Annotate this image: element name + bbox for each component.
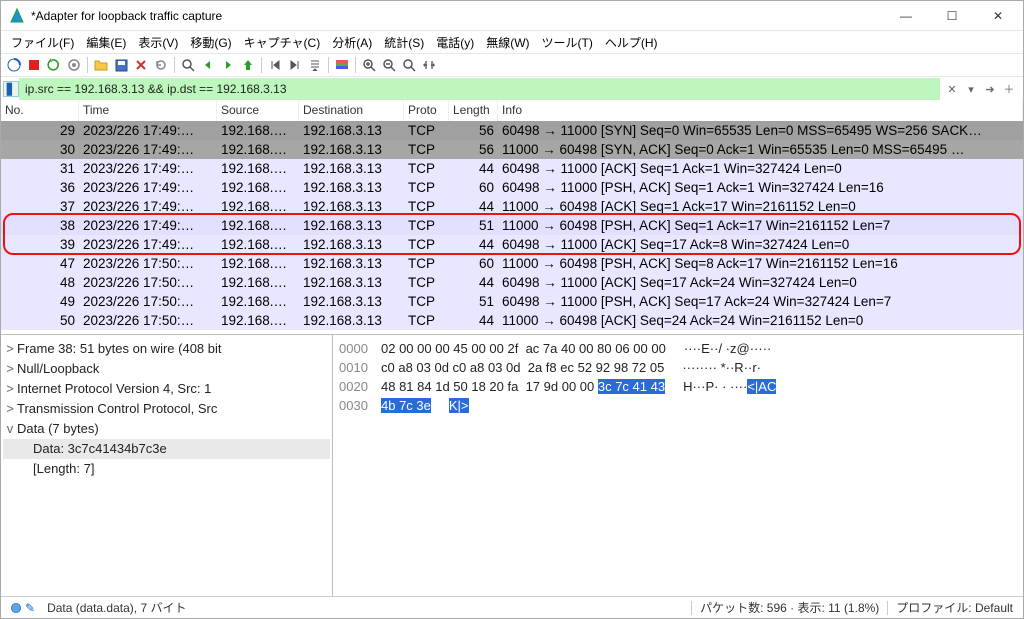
tree-row[interactable]: >Internet Protocol Version 4, Src: 1 <box>3 379 330 399</box>
menu-bar: ファイル(F)編集(E)表示(V)移動(G)キャプチャ(C)分析(A)統計(S)… <box>1 31 1023 53</box>
col-source[interactable]: Source <box>217 101 299 121</box>
col-time[interactable]: Time <box>79 101 217 121</box>
packet-list-pane[interactable]: No. Time Source Destination Proto Length… <box>1 101 1023 335</box>
hex-row[interactable]: 002048 81 84 1d 50 18 20 fa 17 9d 00 00 … <box>339 377 1017 396</box>
save-file-icon[interactable] <box>112 56 130 74</box>
status-profile[interactable]: プロファイル: Default <box>890 599 1019 616</box>
jump-to-icon[interactable] <box>239 56 257 74</box>
menu-item[interactable]: ツール(T) <box>536 32 599 53</box>
tree-row[interactable]: [Length: 7] <box>3 459 330 479</box>
zoom-in-icon[interactable] <box>360 56 378 74</box>
tree-row[interactable]: >Frame 38: 51 bytes on wire (408 bit <box>3 339 330 359</box>
tree-row[interactable]: vData (7 bytes) <box>3 419 330 439</box>
packet-row[interactable]: 382023/226 17:49:…192.168.…192.168.3.13T… <box>1 216 1023 235</box>
tree-row[interactable]: >Transmission Control Protocol, Src <box>3 399 330 419</box>
packet-row[interactable]: 362023/226 17:49:…192.168.…192.168.3.13T… <box>1 178 1023 197</box>
packet-row[interactable]: 502023/226 17:50:…192.168.…192.168.3.13T… <box>1 311 1023 330</box>
status-packet-count: パケット数: 596 · 表示: 11 (1.8%) <box>694 599 885 616</box>
hex-row[interactable]: 000002 00 00 00 45 00 00 2f ac 7a 40 00 … <box>339 339 1017 358</box>
reload-icon[interactable] <box>152 56 170 74</box>
minimize-button[interactable]: ― <box>883 1 929 30</box>
menu-item[interactable]: 無線(W) <box>480 32 535 53</box>
window-controls: ― ☐ ✕ <box>883 1 1021 30</box>
packet-list-header: No. Time Source Destination Proto Length… <box>1 101 1023 121</box>
packet-row[interactable]: 392023/226 17:49:…192.168.…192.168.3.13T… <box>1 235 1023 254</box>
menu-item[interactable]: 表示(V) <box>132 32 184 53</box>
menu-item[interactable]: ファイル(F) <box>5 32 80 53</box>
tree-row[interactable]: >Null/Loopback <box>3 359 330 379</box>
packet-row[interactable]: 292023/226 17:49:…192.168.…192.168.3.13T… <box>1 121 1023 140</box>
packet-row[interactable]: 372023/226 17:49:…192.168.…192.168.3.13T… <box>1 197 1023 216</box>
clear-filter-icon[interactable]: ✕ <box>944 81 960 97</box>
menu-item[interactable]: ヘルプ(H) <box>599 32 664 53</box>
col-protocol[interactable]: Proto <box>404 101 449 121</box>
capture-options-icon[interactable] <box>65 56 83 74</box>
go-last-icon[interactable] <box>286 56 304 74</box>
stop-capture-icon[interactable] <box>25 56 43 74</box>
maximize-button[interactable]: ☐ <box>929 1 975 30</box>
zoom-reset-icon[interactable] <box>400 56 418 74</box>
packet-details-pane[interactable]: >Frame 38: 51 bytes on wire (408 bit>Nul… <box>1 335 333 596</box>
menu-item[interactable]: 電話(y) <box>430 32 480 53</box>
hex-row[interactable]: 0010c0 a8 03 0d c0 a8 03 0d 2a f8 ec 52 … <box>339 358 1017 377</box>
close-button[interactable]: ✕ <box>975 1 1021 30</box>
status-indicator[interactable]: ✎ <box>5 601 41 615</box>
col-destination[interactable]: Destination <box>299 101 404 121</box>
add-filter-button[interactable]: ＋ <box>1001 81 1017 97</box>
col-no[interactable]: No. <box>1 101 79 121</box>
window-title: *Adapter for loopback traffic capture <box>31 9 883 23</box>
packet-rows: 292023/226 17:49:…192.168.…192.168.3.13T… <box>1 121 1023 330</box>
menu-item[interactable]: 移動(G) <box>184 32 237 53</box>
restart-capture-icon[interactable] <box>45 56 63 74</box>
status-bar: ✎ Data (data.data), 7 バイト パケット数: 596 · 表… <box>1 596 1023 618</box>
autoscroll-icon[interactable] <box>306 56 324 74</box>
packet-bytes-pane[interactable]: 000002 00 00 00 45 00 00 2f ac 7a 40 00 … <box>333 335 1023 596</box>
menu-item[interactable]: 分析(A) <box>326 32 378 53</box>
close-file-icon[interactable] <box>132 56 150 74</box>
titlebar: *Adapter for loopback traffic capture ― … <box>1 1 1023 31</box>
toolbar <box>1 53 1023 77</box>
menu-item[interactable]: 統計(S) <box>378 32 430 53</box>
filter-history-icon[interactable]: ▾ <box>963 81 979 97</box>
apply-filter-icon[interactable]: ➜ <box>982 81 998 97</box>
colorize-icon[interactable] <box>333 56 351 74</box>
resize-columns-icon[interactable] <box>420 56 438 74</box>
packet-row[interactable]: 302023/226 17:49:…192.168.…192.168.3.13T… <box>1 140 1023 159</box>
app-icon <box>9 8 25 24</box>
menu-item[interactable]: 編集(E) <box>80 32 132 53</box>
packet-row[interactable]: 492023/226 17:50:…192.168.…192.168.3.13T… <box>1 292 1023 311</box>
col-info[interactable]: Info <box>498 101 1023 121</box>
display-filter-input[interactable] <box>19 78 940 100</box>
detail-split: >Frame 38: 51 bytes on wire (408 bit>Nul… <box>1 335 1023 596</box>
go-forward-icon[interactable] <box>219 56 237 74</box>
tree-row[interactable]: Data: 3c7c41434b7c3e <box>3 439 330 459</box>
filter-bar: ▋ ✕ ▾ ➜ ＋ <box>1 77 1023 101</box>
menu-item[interactable]: キャプチャ(C) <box>238 32 327 53</box>
packet-row[interactable]: 312023/226 17:49:…192.168.…192.168.3.13T… <box>1 159 1023 178</box>
packet-row[interactable]: 472023/226 17:50:…192.168.…192.168.3.13T… <box>1 254 1023 273</box>
zoom-out-icon[interactable] <box>380 56 398 74</box>
col-length[interactable]: Length <box>449 101 498 121</box>
bookmark-filter-icon[interactable]: ▋ <box>3 81 19 97</box>
go-first-icon[interactable] <box>266 56 284 74</box>
hex-row[interactable]: 00304b 7c 3eK|> <box>339 396 1017 415</box>
go-back-icon[interactable] <box>199 56 217 74</box>
start-capture-icon[interactable] <box>5 56 23 74</box>
open-file-icon[interactable] <box>92 56 110 74</box>
packet-row[interactable]: 482023/226 17:50:…192.168.…192.168.3.13T… <box>1 273 1023 292</box>
find-icon[interactable] <box>179 56 197 74</box>
status-field-info: Data (data.data), 7 バイト <box>41 599 192 616</box>
